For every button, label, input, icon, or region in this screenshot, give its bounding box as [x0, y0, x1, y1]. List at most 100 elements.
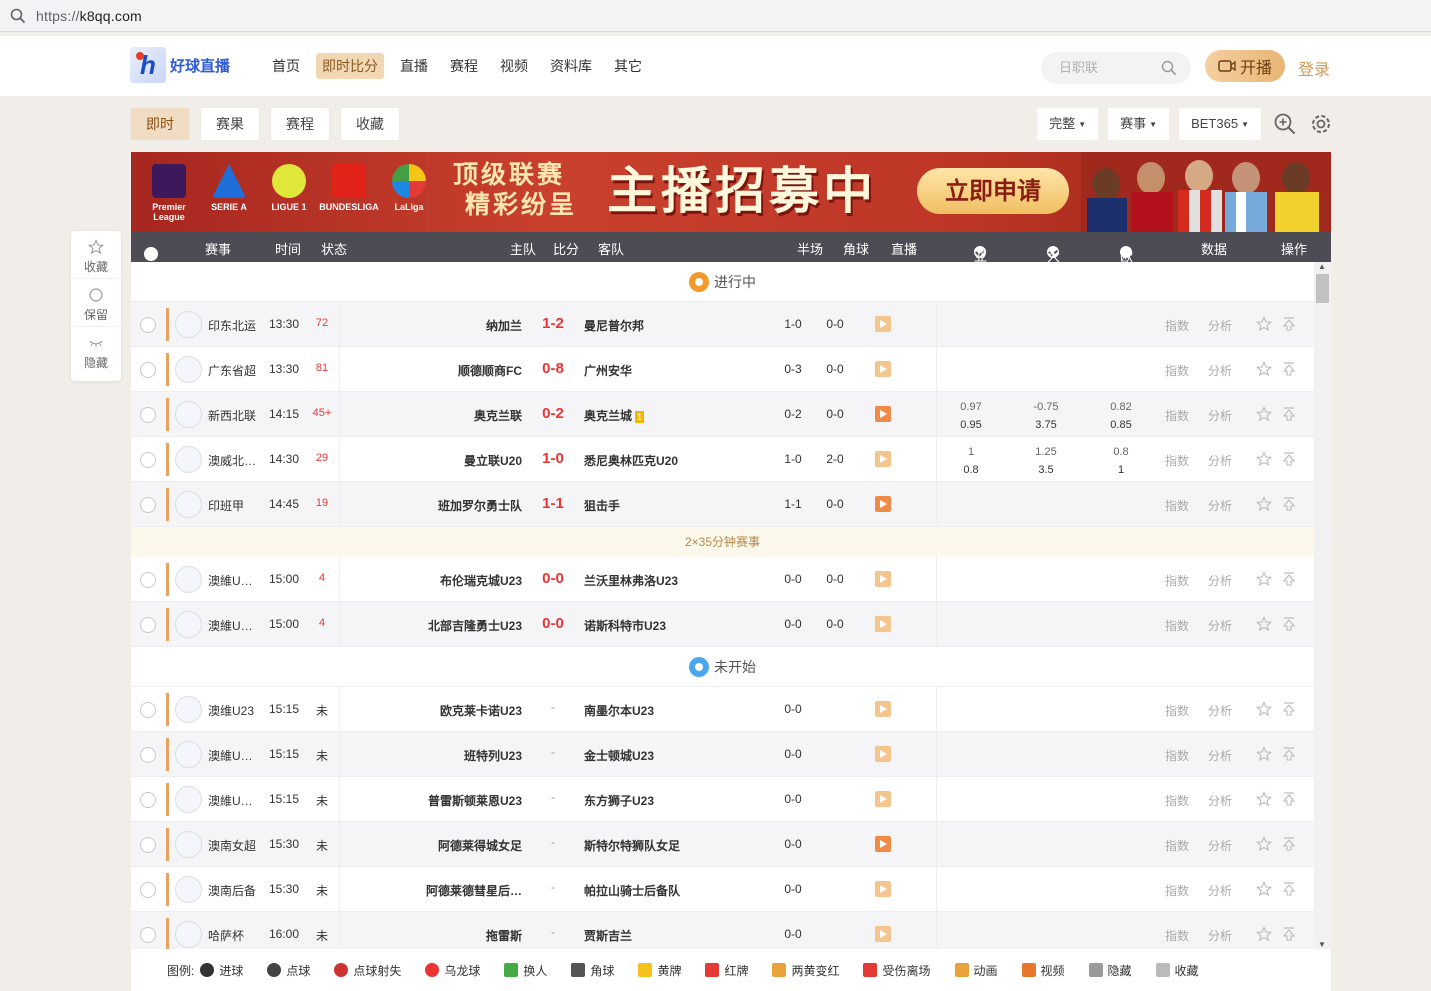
- analysis-link[interactable]: 分析: [1208, 317, 1232, 334]
- match-score[interactable]: -: [531, 835, 575, 849]
- match-score[interactable]: -: [531, 700, 575, 714]
- row-select-radio[interactable]: [140, 702, 156, 718]
- league-logo-ligue1[interactable]: LIGUE 1: [259, 164, 319, 222]
- away-team[interactable]: 斯特尔特狮队女足: [584, 837, 680, 854]
- match-row[interactable]: 澳維U… 15:00 4 北部吉隆勇士U23 0-0 诺斯科特市U23 0-0 0-0 指数 分析: [131, 602, 1314, 647]
- side-hide-button[interactable]: 隐藏: [71, 327, 121, 375]
- live-stream-icon[interactable]: [875, 746, 891, 762]
- pin-top-button[interactable]: [1281, 746, 1297, 765]
- league-name[interactable]: 澳南后备: [208, 882, 256, 899]
- start-broadcast-button[interactable]: 开播: [1205, 50, 1285, 82]
- live-stream-icon[interactable]: [875, 616, 891, 632]
- scroll-down-arrow-icon[interactable]: ▼: [1318, 940, 1326, 949]
- odds-index-link[interactable]: 指数: [1165, 837, 1189, 854]
- match-row[interactable]: 澳维U23 15:15 未 欧克莱卡诺U23- 南墨尔本U23 0-0 指数 分析: [131, 687, 1314, 732]
- scroll-up-arrow-icon[interactable]: ▲: [1318, 262, 1326, 271]
- odds-index-link[interactable]: 指数: [1165, 572, 1189, 589]
- tab-favorites[interactable]: 收藏: [341, 108, 399, 140]
- analysis-link[interactable]: 分析: [1208, 927, 1232, 944]
- analysis-link[interactable]: 分析: [1208, 362, 1232, 379]
- row-select-radio[interactable]: [140, 572, 156, 588]
- home-team[interactable]: 布伦瑞克城U23: [440, 572, 522, 589]
- favorite-button[interactable]: [1255, 406, 1273, 425]
- away-team[interactable]: 贾斯吉兰: [584, 927, 632, 944]
- match-row[interactable]: 广东省超 13:30 81 顺德顺商FC 0-8 广州安华 0-3 0-0 指数 分析: [131, 347, 1314, 392]
- match-score[interactable]: 1-0: [531, 450, 575, 467]
- home-team[interactable]: 北部吉隆勇士U23: [428, 617, 522, 634]
- login-link[interactable]: 登录: [1298, 56, 1330, 80]
- league-name[interactable]: 印东北运: [208, 317, 256, 334]
- league-name[interactable]: 澳维U23: [208, 702, 254, 719]
- match-row[interactable]: 澳南后备 15:30 未 阿德莱德彗星后… - 帕拉山骑士后备队 0-0 指数 分析: [131, 867, 1314, 912]
- row-select-radio[interactable]: [140, 792, 156, 808]
- live-stream-icon[interactable]: [875, 316, 891, 332]
- odds-index-link[interactable]: 指数: [1165, 452, 1189, 469]
- match-score[interactable]: -: [531, 880, 575, 894]
- pin-top-button[interactable]: [1281, 701, 1297, 720]
- scrollbar-thumb[interactable]: [1316, 274, 1329, 303]
- side-favorites-button[interactable]: 收藏: [71, 231, 121, 279]
- live-stream-icon[interactable]: [875, 926, 891, 942]
- match-row[interactable]: 新西北联 14:15 45+ 奥克兰联 0-2 奥克兰城 1 0-2 0-0 0.97 0.95 -0…: [131, 392, 1314, 437]
- tab-results[interactable]: 赛果: [201, 108, 259, 140]
- live-stream-icon[interactable]: [875, 406, 891, 422]
- away-team[interactable]: 南墨尔本U23: [584, 702, 654, 719]
- row-select-radio[interactable]: [140, 747, 156, 763]
- pin-top-button[interactable]: [1281, 316, 1297, 335]
- league-name[interactable]: 澳維U…: [208, 572, 253, 589]
- analysis-link[interactable]: 分析: [1208, 837, 1232, 854]
- url-text[interactable]: https://k8qq.com: [36, 8, 142, 24]
- live-stream-icon[interactable]: [875, 836, 891, 852]
- analysis-link[interactable]: 分析: [1208, 882, 1232, 899]
- live-stream-icon[interactable]: [875, 451, 891, 467]
- favorite-button[interactable]: [1255, 361, 1273, 380]
- league-name[interactable]: 广东省超: [208, 362, 256, 379]
- away-team[interactable]: 帕拉山骑士后备队: [584, 882, 680, 899]
- tab-live[interactable]: 即时: [131, 108, 189, 140]
- live-stream-icon[interactable]: [875, 361, 891, 377]
- odds-index-link[interactable]: 指数: [1165, 407, 1189, 424]
- match-score[interactable]: -: [531, 925, 575, 939]
- league-logo-laliga[interactable]: LaLiga: [379, 164, 439, 222]
- match-score[interactable]: 1-1: [531, 495, 575, 512]
- away-team[interactable]: 广州安华: [584, 362, 632, 379]
- match-score[interactable]: 0-8: [531, 360, 575, 377]
- live-stream-icon[interactable]: [875, 496, 891, 512]
- odds-index-link[interactable]: 指数: [1165, 792, 1189, 809]
- favorite-button[interactable]: [1255, 746, 1273, 765]
- live-stream-icon[interactable]: [875, 791, 891, 807]
- analysis-link[interactable]: 分析: [1208, 452, 1232, 469]
- away-team[interactable]: 悉尼奥林匹克U20: [584, 452, 678, 469]
- odds-index-link[interactable]: 指数: [1165, 497, 1189, 514]
- row-select-radio[interactable]: [140, 497, 156, 513]
- row-select-radio[interactable]: [140, 317, 156, 333]
- match-row[interactable]: 印班甲 14:45 19 班加罗尔勇士队 1-1 狙击手 1-1 0-0 指数 分析: [131, 482, 1314, 527]
- browser-url-bar[interactable]: https://k8qq.com: [0, 0, 1431, 32]
- col-time[interactable]: 时间: [275, 239, 301, 258]
- filter-full-dropdown[interactable]: 完整 ▼: [1037, 108, 1099, 140]
- pin-top-button[interactable]: [1281, 571, 1297, 590]
- nav-schedule[interactable]: 赛程: [444, 53, 484, 79]
- favorite-button[interactable]: [1255, 926, 1273, 945]
- filter-bookmaker-dropdown[interactable]: BET365 ▼: [1179, 108, 1261, 140]
- pin-top-button[interactable]: [1281, 406, 1297, 425]
- league-name[interactable]: 澳維U…: [208, 747, 253, 764]
- nav-database[interactable]: 资料库: [544, 53, 598, 79]
- analysis-link[interactable]: 分析: [1208, 572, 1232, 589]
- odds-index-link[interactable]: 指数: [1165, 882, 1189, 899]
- away-team[interactable]: 东方狮子U23: [584, 792, 654, 809]
- match-row[interactable]: 哈萨杯 16:00 未 拖雷斯 - 贾斯吉兰 0-0 指数 分析: [131, 912, 1314, 949]
- home-team[interactable]: 班加罗尔勇士队: [438, 497, 522, 514]
- home-team[interactable]: 欧克莱卡诺U23: [440, 702, 522, 719]
- pin-top-button[interactable]: [1281, 836, 1297, 855]
- match-row[interactable]: 澳南女超 15:30 未 阿德莱得城女足 - 斯特尔特狮队女足 0-0 指数 分析: [131, 822, 1314, 867]
- away-team[interactable]: 曼尼普尔邦: [584, 317, 644, 334]
- live-stream-icon[interactable]: [875, 701, 891, 717]
- match-score[interactable]: 0-2: [531, 405, 575, 422]
- nav-video[interactable]: 视频: [494, 53, 534, 79]
- odds-cell[interactable]: -0.75 3.75: [1016, 398, 1076, 434]
- league-name[interactable]: 印班甲: [208, 497, 244, 514]
- odds-cell[interactable]: 1 0.8: [941, 443, 1001, 479]
- match-row[interactable]: 澳威北… 14:30 29 曼立联U20 1-0 悉尼奥林匹克U20 1-0 2-0 1 0.8 1…: [131, 437, 1314, 482]
- away-team[interactable]: 奥克兰城 1: [584, 407, 645, 424]
